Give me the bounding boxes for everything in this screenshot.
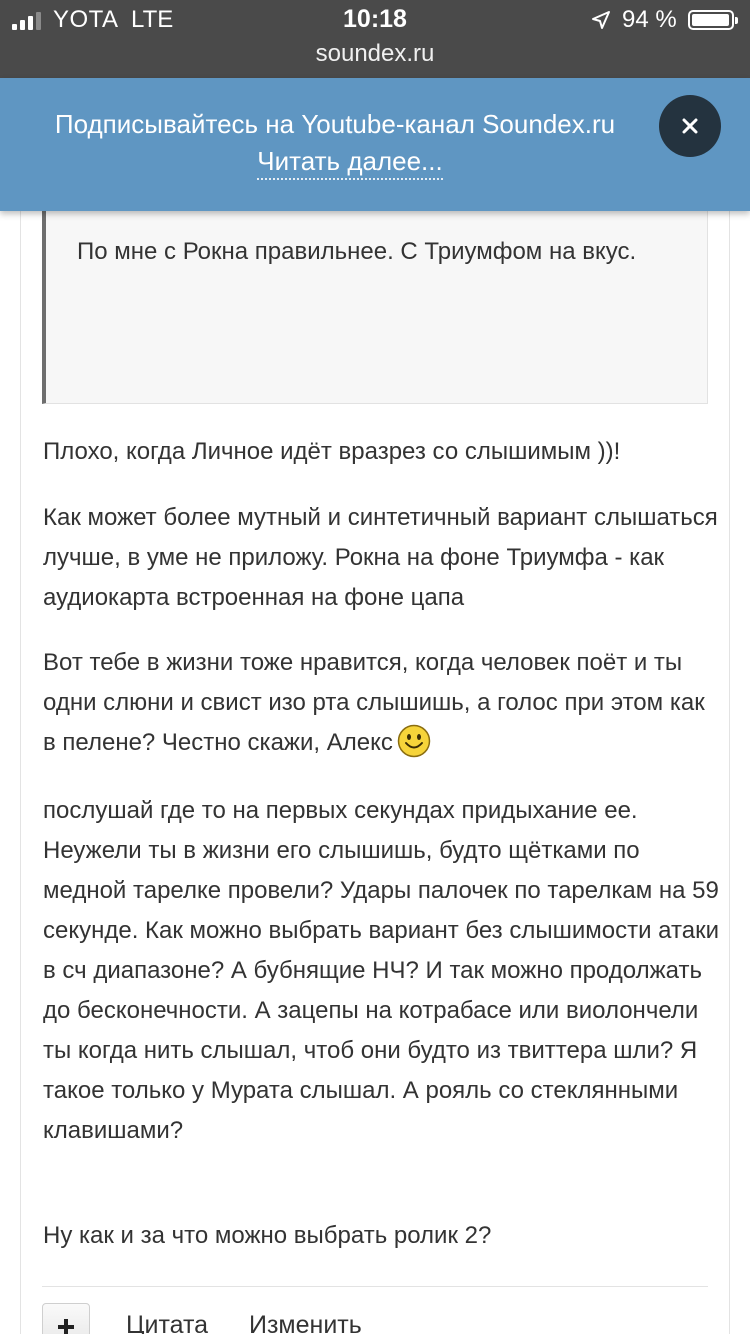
post-paragraph: Плохо, когда Личное идёт вразрез со слыш… xyxy=(43,438,621,465)
location-arrow-icon xyxy=(592,11,610,29)
quote-button[interactable]: Цитата xyxy=(126,1311,208,1334)
banner-close-button[interactable] xyxy=(659,95,721,157)
banner-message: Подписывайтесь на Youtube-канал Soundex.… xyxy=(54,109,616,139)
post-paragraph: Как может более мутный и синтетичный вар… xyxy=(43,504,718,611)
youtube-subscribe-banner: Подписывайтесь на Youtube-канал Soundex.… xyxy=(0,78,750,211)
edit-button[interactable]: Изменить xyxy=(249,1311,362,1334)
post-quote-block: По мне с Рокна правильнее. С Триумфом на… xyxy=(42,211,708,404)
smiley-emoji-icon xyxy=(397,724,431,758)
plus-icon xyxy=(58,1319,74,1334)
plus-reaction-button[interactable] xyxy=(42,1303,90,1334)
status-bar: YOTA LTE 10:18 94 % xyxy=(0,0,750,40)
address-bar-url[interactable]: soundex.ru xyxy=(0,40,750,68)
post-paragraph: послушай где то на первых секундах приды… xyxy=(43,797,719,1144)
read-more-link[interactable]: Читать далее... xyxy=(257,146,443,180)
browser-top-bar: YOTA LTE 10:18 94 % soundex.ru xyxy=(0,0,750,78)
forum-post: По мне с Рокна правильнее. С Триумфом на… xyxy=(20,211,730,1334)
close-icon xyxy=(682,118,698,134)
battery-percent: 94 % xyxy=(622,6,677,33)
quote-text: По мне с Рокна правильнее. С Триумфом на… xyxy=(77,238,637,265)
post-paragraph: Вот тебе в жизни тоже нравится, когда че… xyxy=(43,643,723,763)
post-paragraph-text: Вот тебе в жизни тоже нравится, когда че… xyxy=(43,649,705,756)
post-paragraph: Ну как и за что можно выбрать ролик 2? xyxy=(43,1222,492,1249)
battery-icon xyxy=(688,10,738,30)
post-footer-divider xyxy=(42,1286,708,1287)
